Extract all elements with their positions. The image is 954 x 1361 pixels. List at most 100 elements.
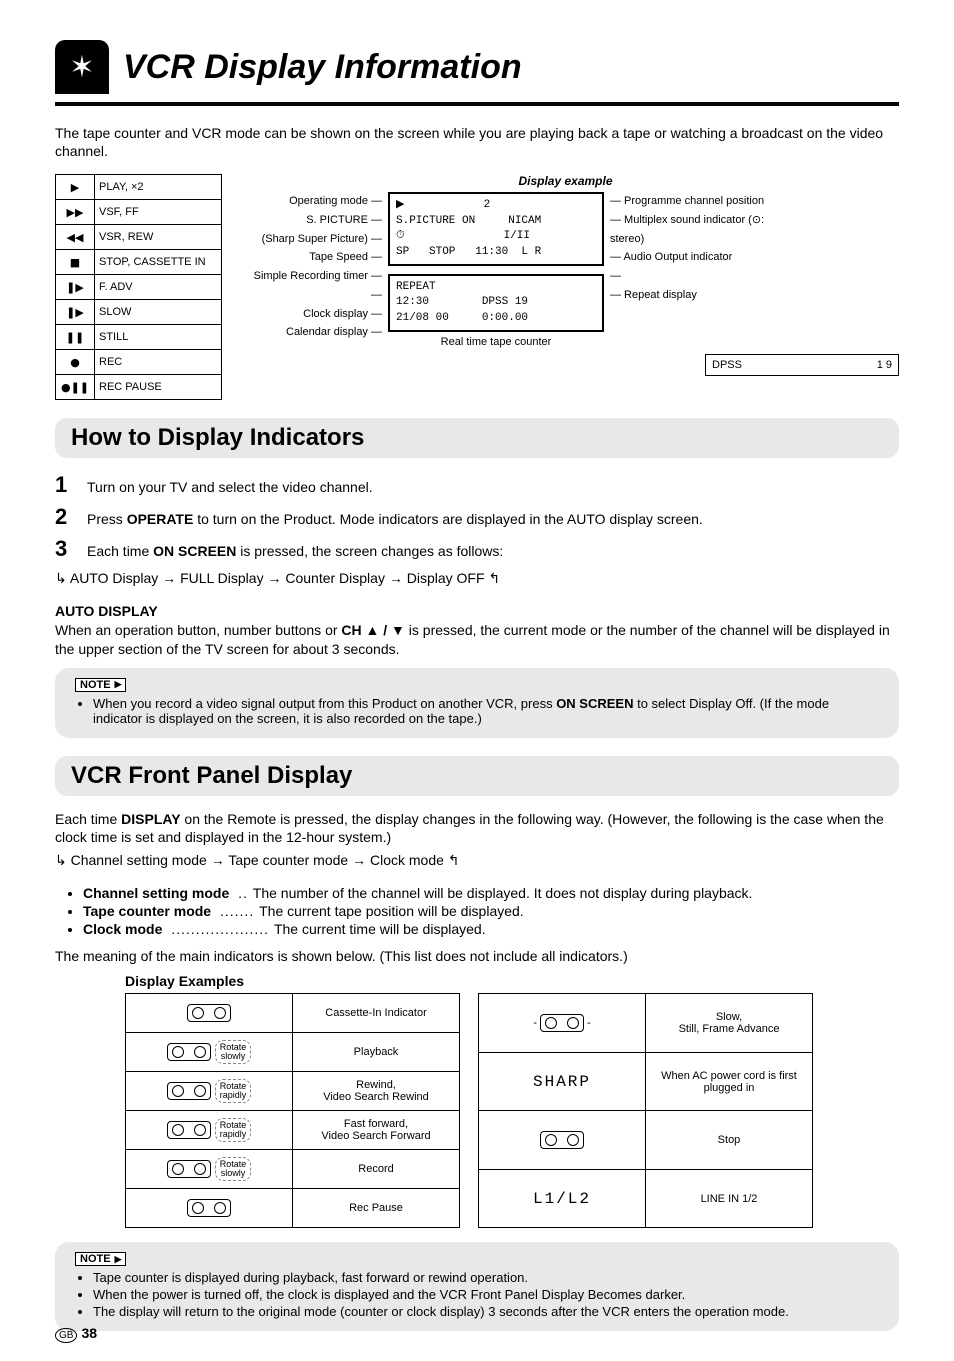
- mode-glyph-icon: ❚▶: [56, 275, 95, 300]
- example-label-cell: Rec Pause: [293, 1189, 460, 1228]
- example-label-cell: Playback: [293, 1033, 460, 1072]
- examples-heading: Display Examples: [125, 973, 899, 989]
- cassette-reel-icon: [187, 1199, 231, 1217]
- osd-screen-1: ▶ 2 S.PICTURE ON NICAM ⏱ I/II SP STOP 11…: [388, 192, 604, 266]
- display-label: Operating mode —: [232, 192, 382, 211]
- note-item: When you record a video signal output fr…: [93, 696, 879, 726]
- step-number: 1: [55, 472, 71, 498]
- example-icon-cell: Rotaterapidly: [126, 1111, 293, 1150]
- rotate-tag: Rotaterapidly: [215, 1079, 252, 1103]
- mode-glyph-icon: ▶▶: [56, 200, 95, 225]
- mode-item: Tape counter mode ....... The current ta…: [83, 903, 899, 919]
- mode-glyph-icon: ◀◀: [56, 225, 95, 250]
- display-label: Clock display —: [232, 305, 382, 324]
- note-item: Tape counter is displayed during playbac…: [93, 1270, 879, 1285]
- display-left-labels: Operating mode —S. PICTURE —(Sharp Super…: [232, 192, 382, 342]
- cassette-reel-icon: [167, 1160, 211, 1178]
- step-text: Press OPERATE to turn on the Product. Mo…: [87, 511, 703, 527]
- example-label-cell: Cassette-In Indicator: [293, 994, 460, 1033]
- step-number: 2: [55, 504, 71, 530]
- osd-line: 12:30 DPSS 19: [396, 296, 528, 308]
- auto-display-body: When an operation button, number buttons…: [55, 621, 899, 657]
- cassette-reel-icon: [540, 1014, 584, 1032]
- osd-line: REPEAT: [396, 281, 436, 293]
- step-number: 3: [55, 536, 71, 562]
- note-item: When the power is turned off, the clock …: [93, 1287, 879, 1302]
- dpss-label: DPSS: [712, 359, 742, 371]
- note-box-1: NOTE When you record a video signal outp…: [55, 668, 899, 738]
- mode-glyph-label: VSF, FF: [95, 200, 222, 225]
- dpss-box: DPSS 1 9: [705, 354, 899, 376]
- lead-paragraph: The tape counter and VCR mode can be sho…: [55, 124, 899, 160]
- segment-text-icon: L1/L2: [533, 1190, 591, 1208]
- rotate-tag: Rotateslowly: [215, 1157, 252, 1181]
- rotate-tag: Rotateslowly: [215, 1040, 252, 1064]
- display-label: — Repeat display: [610, 286, 790, 305]
- display-label: Tape Speed —: [232, 248, 382, 267]
- example-label-cell: Slow,Still, Frame Advance: [646, 994, 813, 1053]
- example-label-cell: Rewind,Video Search Rewind: [293, 1072, 460, 1111]
- display-label: Simple Recording timer —: [232, 267, 382, 286]
- mode-glyph-icon: ■: [56, 250, 95, 275]
- front-intro: Each time DISPLAY on the Remote is press…: [55, 810, 899, 846]
- examples-table-right: - - Slow,Still, Frame AdvanceSHARP When …: [478, 993, 813, 1228]
- mode-glyph-label: SLOW: [95, 300, 222, 325]
- display-label: — Programme channel position: [610, 192, 790, 211]
- mode-glyph-label: REC PAUSE: [95, 375, 222, 400]
- dpss-value: 1 9: [877, 359, 892, 371]
- auto-display-heading: AUTO DISPLAY: [55, 603, 899, 619]
- mode-glyph-icon: ●: [56, 350, 95, 375]
- display-label: — Audio Output indicator: [610, 248, 790, 267]
- page-footer: GB 38: [55, 1325, 97, 1341]
- mode-glyph-label: STOP, CASSETTE IN: [95, 250, 222, 275]
- display-example: Display example Operating mode —S. PICTU…: [232, 174, 899, 400]
- example-icon-cell: - -: [479, 994, 646, 1053]
- mode-glyph-label: PLAY, ×2: [95, 175, 222, 200]
- step-text: Turn on your TV and select the video cha…: [87, 479, 373, 495]
- osd-line: ⏱ I/II: [396, 230, 530, 242]
- mode-glyph-label: REC: [95, 350, 222, 375]
- example-icon-cell: [126, 1189, 293, 1228]
- display-label: S. PICTURE —: [232, 211, 382, 230]
- figure-area: ▶ PLAY, ×2▶▶ VSF, FF◀◀ VSR, REW■ STOP, C…: [55, 174, 899, 400]
- display-label: Calendar display —: [232, 323, 382, 342]
- examples-tables: Cassette-In Indicator Rotateslowly Playba…: [125, 993, 899, 1228]
- example-icon-cell: [479, 1111, 646, 1170]
- osd-line: SP STOP 11:30 L R: [396, 246, 541, 258]
- title-icon: ✶: [55, 40, 109, 94]
- display-label: —: [232, 286, 382, 305]
- example-icon-cell: SHARP: [479, 1052, 646, 1111]
- example-icon-cell: Rotateslowly: [126, 1033, 293, 1072]
- osd-line: ▶ 2: [396, 199, 490, 211]
- cassette-reel-icon: [167, 1082, 211, 1100]
- example-label-cell: Record: [293, 1150, 460, 1189]
- example-icon-cell: Rotateslowly: [126, 1150, 293, 1189]
- mode-glyph-icon: ▶: [56, 175, 95, 200]
- display-label: (Sharp Super Picture) —: [232, 230, 382, 249]
- footer-page: 38: [81, 1325, 97, 1341]
- counter-caption: Real time tape counter: [388, 336, 604, 348]
- display-label: — Multiplex sound indicator (⊙: stereo): [610, 211, 790, 248]
- section-howto: How to Display Indicators: [55, 418, 899, 458]
- display-right-labels: — Programme channel position— Multiplex …: [610, 192, 790, 304]
- section-front: VCR Front Panel Display: [55, 756, 899, 796]
- osd-screen-2: REPEAT 12:30 DPSS 19 21/08 00 0:00.00: [388, 274, 604, 332]
- note-box-2: NOTE Tape counter is displayed during pl…: [55, 1242, 899, 1331]
- note-tag: NOTE: [75, 678, 126, 692]
- page-title: VCR Display Information: [123, 48, 522, 87]
- example-label-cell: Fast forward,Video Search Forward: [293, 1111, 460, 1150]
- examples-table-left: Cassette-In Indicator Rotateslowly Playba…: [125, 993, 460, 1228]
- display-header: Display example: [232, 174, 899, 188]
- display-flow: ↳ AUTO Display → FULL Display → Counter …: [55, 570, 899, 587]
- example-icon-cell: Rotaterapidly: [126, 1072, 293, 1111]
- mode-glyph-label: VSR, REW: [95, 225, 222, 250]
- glyph-table: ▶ PLAY, ×2▶▶ VSF, FF◀◀ VSR, REW■ STOP, C…: [55, 174, 222, 400]
- mode-glyph-icon: ●❚❚: [56, 375, 95, 400]
- example-label-cell: Stop: [646, 1111, 813, 1170]
- mode-glyph-label: F. ADV: [95, 275, 222, 300]
- footer-region: GB: [55, 1328, 77, 1343]
- mode-glyph-icon: ❚▶: [56, 300, 95, 325]
- cassette-reel-icon: [187, 1004, 231, 1022]
- example-icon-cell: [126, 994, 293, 1033]
- osd-line: S.PICTURE ON NICAM: [396, 215, 541, 227]
